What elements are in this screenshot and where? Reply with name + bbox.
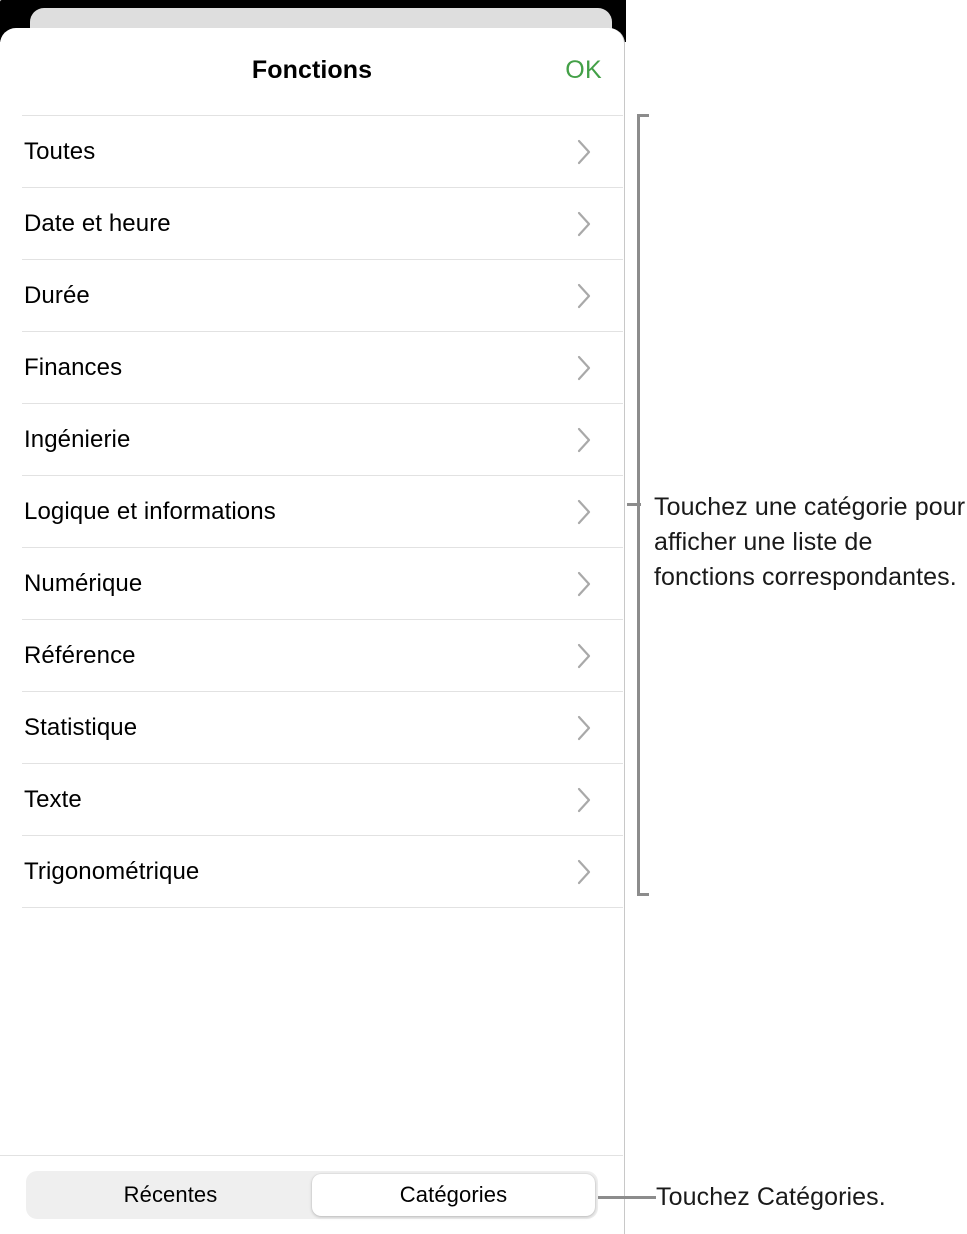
category-list: Toutes Date et heure Durée Finances Ingé… <box>0 115 623 908</box>
callout-segment-text: Touchez Catégories. <box>656 1183 886 1211</box>
chevron-right-icon <box>577 498 593 526</box>
category-label: Logique et informations <box>24 497 276 525</box>
tab-recentes[interactable]: Récentes <box>29 1174 312 1216</box>
category-label: Référence <box>24 641 136 669</box>
category-label: Durée <box>24 281 90 309</box>
segmented-control: Récentes Catégories <box>26 1171 598 1219</box>
category-label: Trigonométrique <box>24 857 200 885</box>
category-row-logique-et-informations[interactable]: Logique et informations <box>22 475 623 547</box>
category-row-finances[interactable]: Finances <box>22 331 623 403</box>
category-label: Ingénierie <box>24 425 131 453</box>
bottom-toolbar: Récentes Catégories <box>0 1155 623 1234</box>
functions-sheet: Fonctions OK Toutes Date et heure Durée <box>0 28 625 1234</box>
chevron-right-icon <box>577 786 593 814</box>
category-label: Finances <box>24 353 123 381</box>
chevron-right-icon <box>577 282 593 310</box>
sheet-header: Fonctions OK <box>0 28 624 110</box>
category-row-texte[interactable]: Texte <box>22 763 623 835</box>
page-title: Fonctions <box>251 56 373 84</box>
chevron-right-icon <box>577 714 593 742</box>
category-row-duree[interactable]: Durée <box>22 259 623 331</box>
category-label: Date et heure <box>24 209 171 237</box>
callout-bracket-hook <box>627 503 641 506</box>
category-row-trigonometrique[interactable]: Trigonométrique <box>22 835 623 908</box>
chevron-right-icon <box>577 642 593 670</box>
category-row-date-et-heure[interactable]: Date et heure <box>22 187 623 259</box>
category-row-ingenierie[interactable]: Ingénierie <box>22 403 623 475</box>
category-label: Numérique <box>24 569 143 597</box>
ok-button[interactable]: OK <box>565 56 602 85</box>
category-row-statistique[interactable]: Statistique <box>22 691 623 763</box>
category-row-toutes[interactable]: Toutes <box>22 115 623 187</box>
category-label: Toutes <box>24 137 96 165</box>
callout-leader-line <box>598 1196 656 1199</box>
tab-categories[interactable]: Catégories <box>312 1174 595 1216</box>
chevron-right-icon <box>577 354 593 382</box>
category-row-numerique[interactable]: Numérique <box>22 547 623 619</box>
chevron-right-icon <box>577 426 593 454</box>
category-label: Texte <box>24 785 82 813</box>
screenshot-root: Fonctions OK Toutes Date et heure Durée <box>0 0 967 1234</box>
chevron-right-icon <box>577 570 593 598</box>
chevron-right-icon <box>577 210 593 238</box>
category-label: Statistique <box>24 713 138 741</box>
callout-list-text: Touchez une catégorie pour afficher une … <box>654 493 966 591</box>
category-row-reference[interactable]: Référence <box>22 619 623 691</box>
chevron-right-icon <box>577 858 593 886</box>
chevron-right-icon <box>577 138 593 166</box>
